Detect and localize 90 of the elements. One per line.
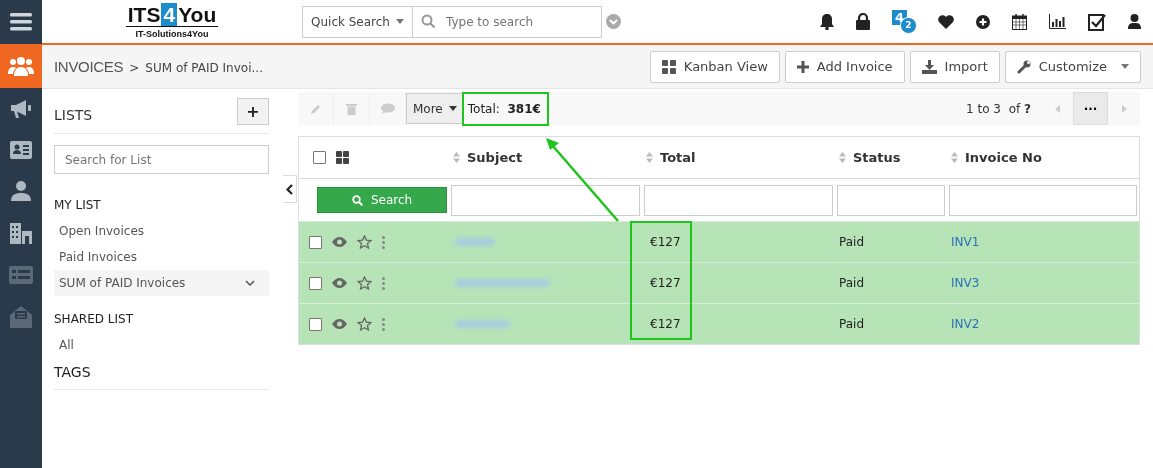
table-cell: €127 [650,235,681,249]
building-icon[interactable] [10,223,32,244]
blurred-text [455,238,495,246]
invoice-link[interactable]: INV1 [951,235,980,249]
sort-icon [646,152,653,163]
person-icon[interactable] [11,181,31,201]
plus-icon [796,60,809,73]
breadcrumb-current: SUM of PAID Invoi... [145,61,263,75]
blurred-text [455,320,510,328]
action-button[interactable]: Add Invoice [784,50,905,83]
people-icon[interactable] [8,55,34,77]
grid-icon [661,59,676,74]
filter-field[interactable] [837,184,945,216]
column-header[interactable]: Total [642,150,835,165]
pencil-icon [309,102,322,115]
sort-icon [951,152,958,163]
eye-icon[interactable] [332,278,347,288]
more-options-icon[interactable] [382,317,385,331]
column-header[interactable]: Invoice No [947,150,1139,165]
sort-icon [453,152,460,163]
grid-icon[interactable] [336,151,349,164]
column-header[interactable]: Subject [449,150,642,165]
section-heading: SHARED LIST [54,312,134,326]
select-all-checkbox[interactable] [313,151,326,164]
dropdown-icon[interactable] [606,14,621,29]
action-button[interactable]: Kanban View [649,50,780,83]
bar-chart-icon[interactable] [1049,14,1066,29]
contact-card-icon[interactable] [10,141,32,159]
envelope-icon[interactable] [10,306,32,328]
trash-icon [346,102,357,115]
table-cell: Paid [839,276,864,290]
more-options-icon[interactable] [382,276,385,290]
module-title[interactable]: INVOICES [54,58,124,75]
chevron-down-icon[interactable] [245,280,255,286]
list-item[interactable]: Open Invoices [54,218,269,244]
pagination-range: 1 to 3 of ? [966,101,1031,116]
table-cell: €127 [650,317,681,331]
section-heading: MY LIST [54,198,102,212]
add-list-button[interactable]: + [237,97,269,125]
caret-left-icon [1054,104,1060,113]
filter-field[interactable] [949,184,1137,216]
list-item[interactable]: All [54,332,269,358]
search-icon [421,14,436,29]
table-cell: Paid [839,317,864,331]
sort-icon [839,152,846,163]
more-options-icon[interactable] [382,235,385,249]
wrench-icon [1016,59,1031,74]
total-sum: Total: 381€ [467,101,541,116]
download-icon [921,59,937,74]
table-cell: Paid [839,235,864,249]
eye-icon[interactable] [332,319,347,329]
action-button[interactable]: Import [909,50,1000,83]
list-icon[interactable] [9,266,33,284]
list-item[interactable]: Paid Invoices [54,244,269,270]
invoice-link[interactable]: INV2 [951,317,980,331]
search-icon [351,194,363,206]
checkbox-icon[interactable] [1088,12,1106,31]
tags-heading: TAGS [54,358,269,390]
action-button[interactable]: Customize [1004,50,1141,83]
star-icon[interactable] [357,276,372,290]
invoice-link[interactable]: INV3 [951,276,980,290]
more-button[interactable]: More [406,93,464,124]
row-checkbox[interactable] [309,276,322,290]
column-header[interactable]: Status [835,150,947,165]
breadcrumb-separator: > [129,61,140,75]
row-checkbox[interactable] [309,235,322,249]
plus-circle-icon[interactable] [976,14,990,29]
megaphone-icon[interactable] [10,99,32,119]
filter-field[interactable] [644,184,833,216]
user-icon[interactable] [1128,14,1141,29]
menu-icon[interactable] [10,13,32,31]
row-checkbox[interactable] [309,317,322,331]
collapse-sidebar-button[interactable] [283,175,297,203]
caret-right-icon [1121,104,1127,113]
table-cell: €127 [650,276,681,290]
lock-icon[interactable] [856,13,870,30]
heart-icon[interactable] [938,14,954,29]
eye-icon[interactable] [332,237,347,247]
list-search-field[interactable]: Search for List [54,145,269,174]
star-icon[interactable] [357,317,372,331]
filter-field[interactable] [451,184,640,216]
bell-icon[interactable] [820,13,834,30]
comment-icon [380,103,395,114]
lists-heading: LISTS [54,107,93,123]
star-icon[interactable] [357,235,372,249]
list-item[interactable]: SUM of PAID Invoices [54,270,269,296]
page-jump-button[interactable]: ··· [1073,92,1108,125]
calendar-icon[interactable] [1012,13,1027,30]
chevron-left-icon [286,183,293,195]
company-logo[interactable]: ITS4You IT-Solutions4You [0,4,302,39]
